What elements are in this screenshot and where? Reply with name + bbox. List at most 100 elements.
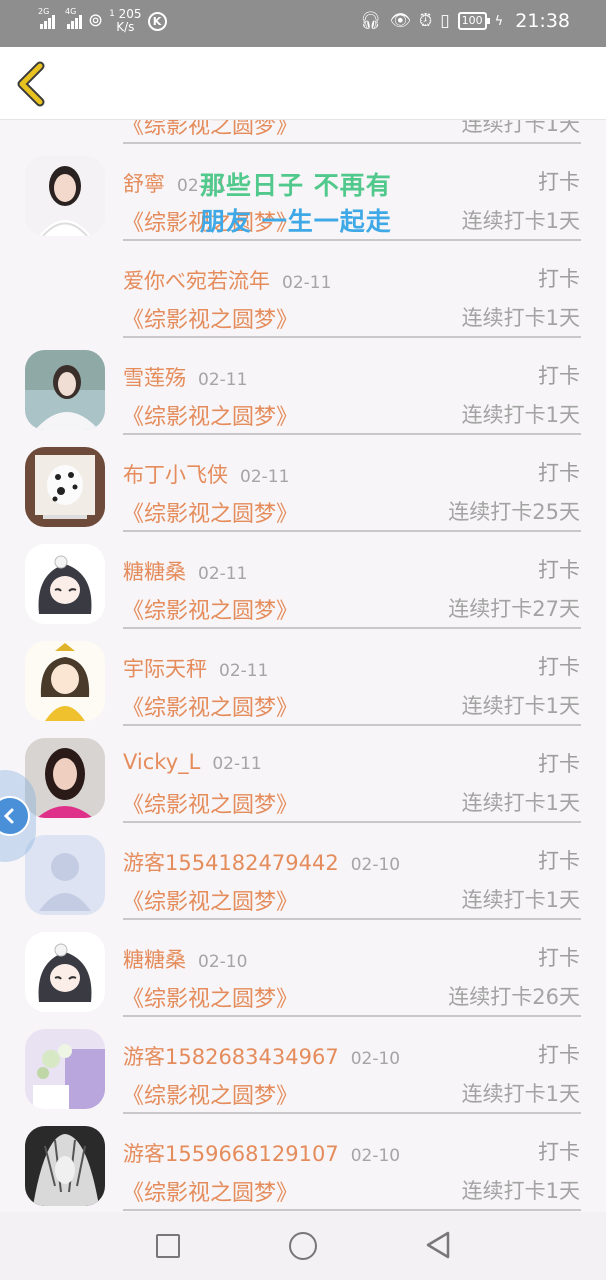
list-item[interactable]: 宇际天秤 02-11 打卡 《综影视之圆梦》 连续打卡1天 (0, 641, 606, 738)
user-name: 糖糖桑 02-11 (123, 560, 248, 584)
checkin-label: 打卡 (538, 267, 580, 291)
checkin-label: 打卡 (538, 461, 580, 485)
home-button[interactable] (289, 1232, 317, 1260)
checkin-label: 打卡 (538, 655, 580, 679)
book-title: 《综影视之圆梦》 (122, 405, 299, 430)
system-nav-bar (0, 1212, 606, 1280)
user-name: 布丁小飞侠 02-11 (123, 463, 290, 487)
divider (123, 1015, 581, 1017)
avatar (25, 1126, 105, 1206)
divider (123, 724, 581, 726)
book-title: 《综影视之圆梦》 (122, 308, 299, 333)
back-button[interactable] (12, 61, 52, 107)
lyric-line-1: 那些日子 不再有 (200, 171, 392, 200)
streak-text: 连续打卡1天 (461, 694, 580, 718)
sim1-signal-icon: 2G (38, 7, 55, 29)
checkin-date: 02-11 (282, 273, 332, 293)
vibrate-icon: ▯ (440, 11, 450, 31)
clock: 21:38 (515, 10, 570, 32)
headphones-icon: 🎧︎ (359, 11, 382, 31)
streak-text: 连续打卡1天 (461, 120, 580, 136)
user-name: 游客1559668129107 02-10 (123, 1142, 401, 1166)
list-item[interactable]: 布丁小飞侠 02-11 打卡 《综影视之圆梦》 连续打卡25天 (0, 447, 606, 544)
divider (123, 918, 581, 920)
streak-text: 连续打卡1天 (461, 1082, 580, 1106)
list-item[interactable]: 糖糖桑 02-11 打卡 《综影视之圆梦》 连续打卡27天 (0, 544, 606, 641)
list-item[interactable]: 游客1582683434967 02-10 打卡 《综影视之圆梦》 连续打卡1天 (0, 1029, 606, 1126)
user-name: 糖糖桑 02-10 (123, 948, 248, 972)
battery-icon: 100 (457, 12, 490, 30)
streak-text: 连续打卡25天 (448, 500, 580, 524)
alarm-icon: ⏰︎ (419, 11, 433, 31)
avatar (25, 156, 105, 236)
book-title: 《综影视之圆梦》 (122, 599, 299, 624)
book-title: 《综影视之圆梦》 (122, 120, 299, 139)
avatar (25, 932, 105, 1012)
checkin-date: 02-10 (350, 1146, 401, 1166)
streak-text: 连续打卡1天 (461, 888, 580, 912)
default-user-icon (25, 835, 105, 915)
hotspot-icon: ⊚ (88, 10, 104, 31)
sim2-signal-icon: 4G (65, 7, 82, 29)
streak-text: 连续打卡26天 (448, 985, 580, 1009)
user-name: 爱你べ宛若流年 02-11 (123, 269, 332, 293)
divider (123, 821, 581, 823)
list-item[interactable]: Vicky_L 02-11 打卡 《综影视之圆梦》 连续打卡1天 (0, 738, 606, 835)
checkin-label: 打卡 (538, 558, 580, 582)
divider (123, 627, 581, 629)
avatar (25, 641, 105, 721)
checkin-label: 打卡 (538, 752, 580, 776)
user-name: 游客1582683434967 02-10 (123, 1045, 401, 1069)
eye-icon: 👁︎ (389, 11, 412, 31)
avatar (25, 738, 105, 818)
list-item[interactable]: 游客1559668129107 02-10 打卡 《综影视之圆梦》 连续打卡1天 (0, 1126, 606, 1212)
list-item[interactable]: 糖糖桑 02-10 打卡 《综影视之圆梦》 连续打卡26天 (0, 932, 606, 1029)
floating-side-button[interactable] (0, 770, 36, 862)
book-title: 《综影视之圆梦》 (122, 890, 299, 915)
list-item[interactable]: 爱你べ宛若流年 02-11 打卡 《综影视之圆梦》 连续打卡1天 (0, 253, 606, 350)
lyric-line-2: 朋友 一生一起走 (200, 207, 392, 236)
book-title: 《综影视之圆梦》 (122, 793, 299, 818)
book-title: 《综影视之圆梦》 (122, 502, 299, 527)
back-triangle-icon[interactable] (424, 1230, 452, 1260)
avatar (25, 1029, 105, 1109)
streak-text: 连续打卡1天 (461, 1179, 580, 1203)
checkin-date: 02-11 (240, 467, 290, 487)
book-title: 《综影视之圆梦》 (122, 1084, 299, 1109)
checkin-label: 打卡 (538, 946, 580, 970)
chevron-left-icon (17, 61, 45, 107)
divider (123, 336, 581, 338)
streak-text: 连续打卡1天 (461, 403, 580, 427)
collapse-arrow-icon (0, 796, 30, 836)
checkin-list: 《综影视之圆梦》 连续打卡1天 舒寧 02-11 打卡 《综影视之圆梦》 连续打卡… (0, 120, 606, 1212)
book-title: 《综影视之圆梦》 (122, 696, 299, 721)
list-item[interactable]: 游客1554182479442 02-10 打卡 《综影视之圆梦》 连续打卡1天 (0, 835, 606, 932)
network-speed: 1 205 K/s (109, 7, 142, 34)
divider (123, 1209, 581, 1211)
charging-icon: ϟ (494, 13, 504, 29)
streak-text: 连续打卡27天 (448, 597, 580, 621)
divider (123, 433, 581, 435)
divider (123, 239, 581, 241)
avatar (25, 447, 105, 527)
divider (123, 1112, 581, 1114)
recent-apps-button[interactable] (156, 1234, 180, 1258)
checkin-date: 02-10 (198, 952, 248, 972)
divider (123, 142, 581, 144)
checkin-date: 02-10 (350, 855, 401, 875)
streak-text: 连续打卡1天 (461, 306, 580, 330)
avatar (25, 544, 105, 624)
book-title: 《综影视之圆梦》 (122, 987, 299, 1012)
status-bar: 2G 4G ⊚ 1 205 K/s K 🎧︎ 👁︎ ⏰︎ ▯ 100 ϟ 21:… (0, 0, 606, 47)
checkin-label: 打卡 (538, 170, 580, 194)
checkin-date: 02-11 (198, 564, 248, 584)
checkin-date: 02-10 (350, 1049, 401, 1069)
user-name: 雪莲殇 02-11 (123, 366, 248, 390)
divider (123, 530, 581, 532)
list-item[interactable]: 《综影视之圆梦》 连续打卡1天 (0, 120, 606, 156)
streak-text: 连续打卡1天 (461, 209, 580, 233)
checkin-label: 打卡 (538, 364, 580, 388)
user-name: Vicky_L 02-11 (123, 750, 262, 774)
list-item[interactable]: 雪莲殇 02-11 打卡 《综影视之圆梦》 连续打卡1天 (0, 350, 606, 447)
user-name: 宇际天秤 02-11 (123, 657, 269, 681)
